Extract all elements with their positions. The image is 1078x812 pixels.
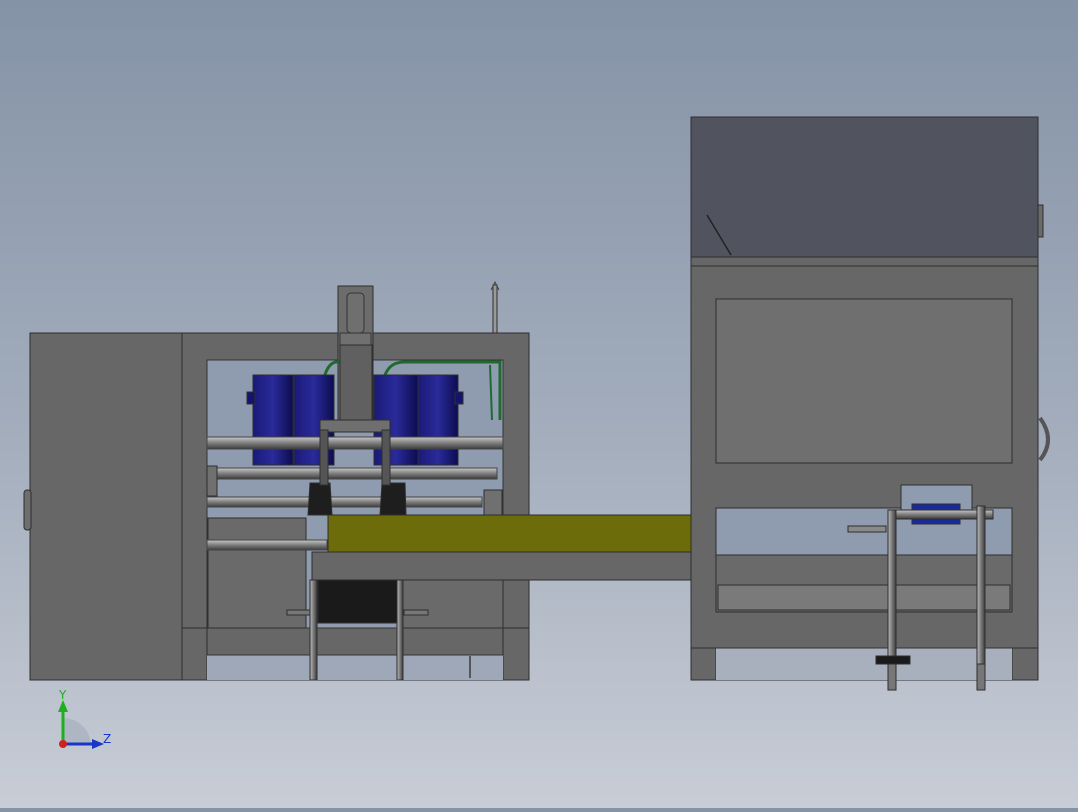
x-axis-dot	[59, 740, 67, 748]
y-axis-label: Y	[58, 688, 67, 702]
guide-rod-1	[206, 436, 504, 450]
clamp-right	[379, 482, 407, 516]
guide-rod-4	[206, 539, 328, 551]
frame-foot-left	[181, 627, 208, 681]
cad-viewport[interactable]: Y Z	[0, 0, 1078, 808]
left-cabinet-knob	[23, 489, 32, 531]
motor-4	[417, 374, 459, 466]
hood	[690, 116, 1039, 258]
hood-band	[690, 256, 1039, 267]
motor-1	[252, 374, 294, 466]
frame-foot-right	[502, 627, 530, 681]
guide-rod-2	[214, 467, 498, 480]
guide-rod-3	[206, 496, 483, 508]
frame-base-gap	[207, 655, 503, 680]
clamp-left	[307, 482, 333, 516]
top-rod	[492, 284, 498, 334]
machine-assembly-drawing[interactable]: Y Z	[0, 0, 1078, 808]
conveyor-leg-2	[396, 579, 404, 681]
z-axis-label: Z	[103, 732, 111, 746]
conveyor-leg-1	[309, 579, 318, 681]
actuator-post-left	[887, 509, 897, 681]
left-machine	[23, 280, 530, 681]
right-window	[715, 298, 1013, 464]
coordinate-triad[interactable]: Y Z	[58, 688, 111, 749]
right-machine	[690, 116, 1050, 691]
left-cabinet	[29, 332, 183, 681]
actuator-post-right	[976, 505, 986, 681]
center-carriage	[339, 344, 373, 426]
